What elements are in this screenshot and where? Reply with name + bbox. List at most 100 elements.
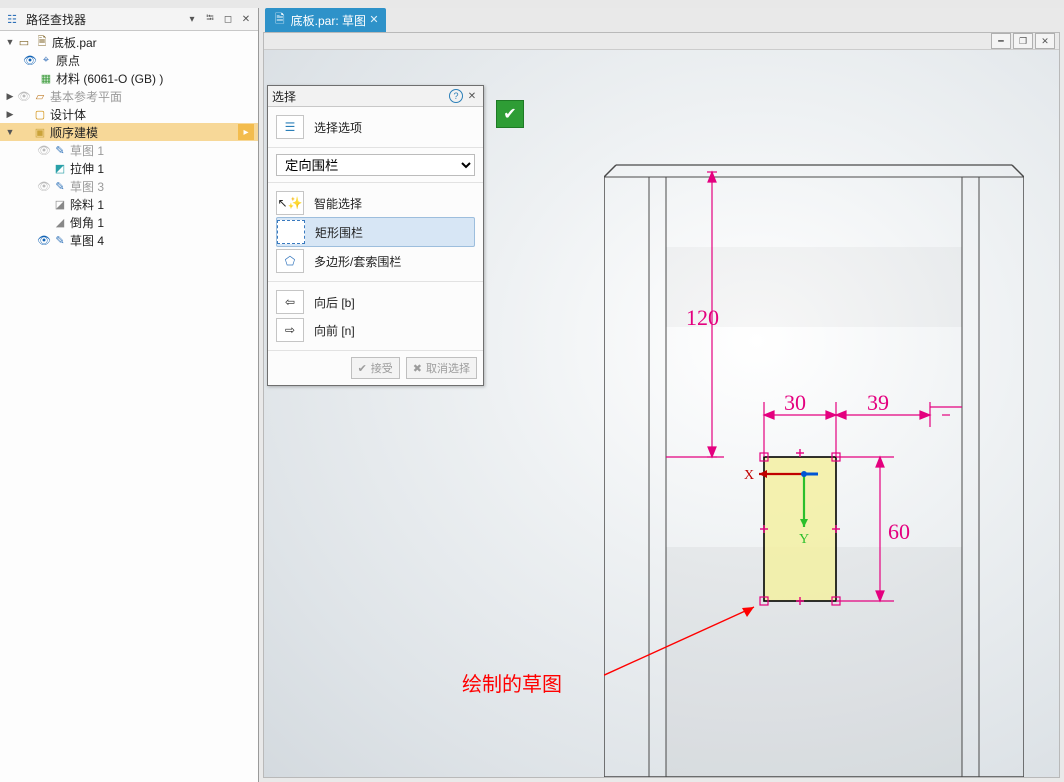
forward-label: 向前 [n]: [314, 322, 355, 339]
options-icon[interactable]: ☰: [276, 115, 304, 139]
body-icon: ▢: [32, 106, 48, 122]
document-tab[interactable]: 🗎 底板.par: 草图 ✕: [265, 8, 386, 32]
tree-basic-planes[interactable]: ▶ 👁 ▱ 基本参考平面: [0, 87, 258, 105]
accept-button[interactable]: ✔ 接受: [351, 357, 400, 379]
expand-icon[interactable]: ▶: [4, 90, 16, 102]
part-icon: ▭: [16, 34, 32, 50]
document-inner-bar: ━ ❐ ✕: [264, 33, 1059, 50]
part-doc-icon: 🗎: [34, 34, 50, 50]
tree-design-body[interactable]: ▶ ▢ 设计体: [0, 105, 258, 123]
dim-60: 60: [888, 519, 910, 544]
tree-origin[interactable]: 👁 ⌖ 原点: [0, 51, 258, 69]
tree-label: 拉伸 1: [70, 160, 104, 177]
panel-close-icon[interactable]: ✕: [238, 11, 254, 27]
dim-120: 120: [686, 305, 719, 330]
pathfinder-header: ☷ 路径查找器 ▾ ⭾ ◻ ✕: [0, 8, 258, 31]
panel-window-icon[interactable]: ◻: [220, 11, 236, 27]
tree-label: 草图 4: [70, 232, 104, 249]
poly-fence-icon[interactable]: ⬠: [276, 249, 304, 273]
panel-close-icon[interactable]: ✕: [465, 89, 479, 103]
pathfinder-tree[interactable]: ▼ ▭ 🗎 底板.par 👁 ⌖ 原点 ▦ 材料 (6061-O (GB) ) …: [0, 31, 258, 782]
rect-fence-label: 矩形围栏: [315, 224, 363, 241]
sketch-icon: ✎: [52, 178, 68, 194]
hidden-icon[interactable]: 👁: [16, 88, 32, 104]
hidden-icon[interactable]: 👁: [36, 178, 52, 194]
back-icon[interactable]: ⇦: [276, 290, 304, 314]
folder-icon: ▣: [32, 124, 48, 140]
accept-sketch-button[interactable]: ✔: [496, 100, 524, 128]
forward-icon[interactable]: ⇨: [276, 318, 304, 342]
visibility-icon[interactable]: 👁: [22, 52, 38, 68]
panel-pin-icon[interactable]: ⭾: [202, 11, 218, 27]
tree-root[interactable]: ▼ ▭ 🗎 底板.par: [0, 33, 258, 51]
pathfinder-panel: ☷ 路径查找器 ▾ ⭾ ◻ ✕ ▼ ▭ 🗎 底板.par 👁 ⌖ 原点: [0, 8, 259, 782]
cancel-label: 取消选择: [426, 360, 470, 376]
tree-label: 材料 (6061-O (GB) ): [56, 70, 163, 87]
expand-icon[interactable]: ▶: [4, 108, 16, 120]
sketch-icon: ✎: [52, 232, 68, 248]
origin-icon: ⌖: [38, 52, 54, 68]
annotation-label: 绘制的草图: [462, 668, 562, 697]
tree-label: 顺序建模: [50, 124, 98, 141]
expand-icon[interactable]: ▼: [4, 126, 16, 138]
tree-label: 基本参考平面: [50, 88, 122, 105]
pathfinder-title: 路径查找器: [26, 11, 86, 28]
tree-material[interactable]: ▦ 材料 (6061-O (GB) ): [0, 69, 258, 87]
tree-ordered[interactable]: ▼ ▣ 顺序建模 ▸: [0, 123, 258, 141]
x-icon: ✖: [413, 362, 422, 375]
visibility-icon[interactable]: 👁: [36, 232, 52, 248]
restore-icon[interactable]: ❐: [1013, 33, 1033, 49]
help-icon[interactable]: ?: [449, 89, 463, 103]
doc-tab-label: 底板.par: 草图: [291, 12, 366, 29]
smart-select-icon[interactable]: ↖✨: [276, 191, 304, 215]
tree-extrude1[interactable]: ◩ 拉伸 1: [0, 159, 258, 177]
tree-label: 草图 3: [70, 178, 104, 195]
options-label: 选择选项: [314, 119, 362, 136]
pathfinder-icon: ☷: [4, 11, 20, 27]
rect-fence-icon: [277, 220, 305, 244]
tree-label: 倒角 1: [70, 214, 104, 231]
sketch-icon: ✎: [52, 142, 68, 158]
check-icon: ✔: [358, 362, 367, 375]
close-icon[interactable]: ✕: [1035, 33, 1055, 49]
material-icon: ▦: [38, 70, 54, 86]
tree-cut1[interactable]: ◪ 除料 1: [0, 195, 258, 213]
cancel-button[interactable]: ✖ 取消选择: [406, 357, 477, 379]
center-area: 🗎 底板.par: 草图 ✕ ━ ❐ ✕ 选择 ?: [259, 8, 1064, 782]
axis-x-label: X: [744, 468, 754, 483]
extrude-icon: ◩: [52, 160, 68, 176]
active-flag-icon: ▸: [238, 124, 254, 140]
rect-fence-row[interactable]: 矩形围栏: [276, 217, 475, 247]
axis-y-label: Y: [799, 532, 809, 547]
select-panel-title: 选择: [272, 88, 449, 105]
smart-select-label: 智能选择: [314, 195, 362, 212]
panel-dropdown-icon[interactable]: ▾: [184, 11, 200, 27]
tree-label: 设计体: [50, 106, 86, 123]
accept-label: 接受: [371, 360, 393, 376]
doc-icon: 🗎: [275, 10, 285, 31]
tree-sketch1[interactable]: 👁 ✎ 草图 1: [0, 141, 258, 159]
dim-30: 30: [784, 390, 806, 415]
poly-fence-label: 多边形/套索围栏: [314, 253, 401, 270]
cut-icon: ◪: [52, 196, 68, 212]
document-frame: ━ ❐ ✕ 选择 ? ✕: [263, 32, 1060, 778]
planes-icon: ▱: [32, 88, 48, 104]
chamfer-icon: ◢: [52, 214, 68, 230]
minimize-icon[interactable]: ━: [991, 33, 1011, 49]
tree-label: 原点: [56, 52, 80, 69]
expand-icon[interactable]: ▼: [4, 36, 16, 48]
hidden-icon[interactable]: 👁: [36, 142, 52, 158]
model-view: X Y: [604, 147, 1024, 777]
tree-label: 草图 1: [70, 142, 104, 159]
back-label: 向后 [b]: [314, 294, 355, 311]
tree-label: 除料 1: [70, 196, 104, 213]
close-tab-icon[interactable]: ✕: [366, 11, 382, 27]
tree-sketch4[interactable]: 👁 ✎ 草图 4: [0, 231, 258, 249]
tree-chamfer1[interactable]: ◢ 倒角 1: [0, 213, 258, 231]
tree-sketch3[interactable]: 👁 ✎ 草图 3: [0, 177, 258, 195]
tree-label: 底板.par: [52, 34, 97, 51]
viewport[interactable]: 选择 ? ✕ ☰ 选择选项 定向围栏: [264, 50, 1059, 777]
select-panel[interactable]: 选择 ? ✕ ☰ 选择选项 定向围栏: [267, 85, 484, 386]
dim-39: 39: [867, 390, 889, 415]
fence-mode-select[interactable]: 定向围栏: [276, 154, 475, 176]
